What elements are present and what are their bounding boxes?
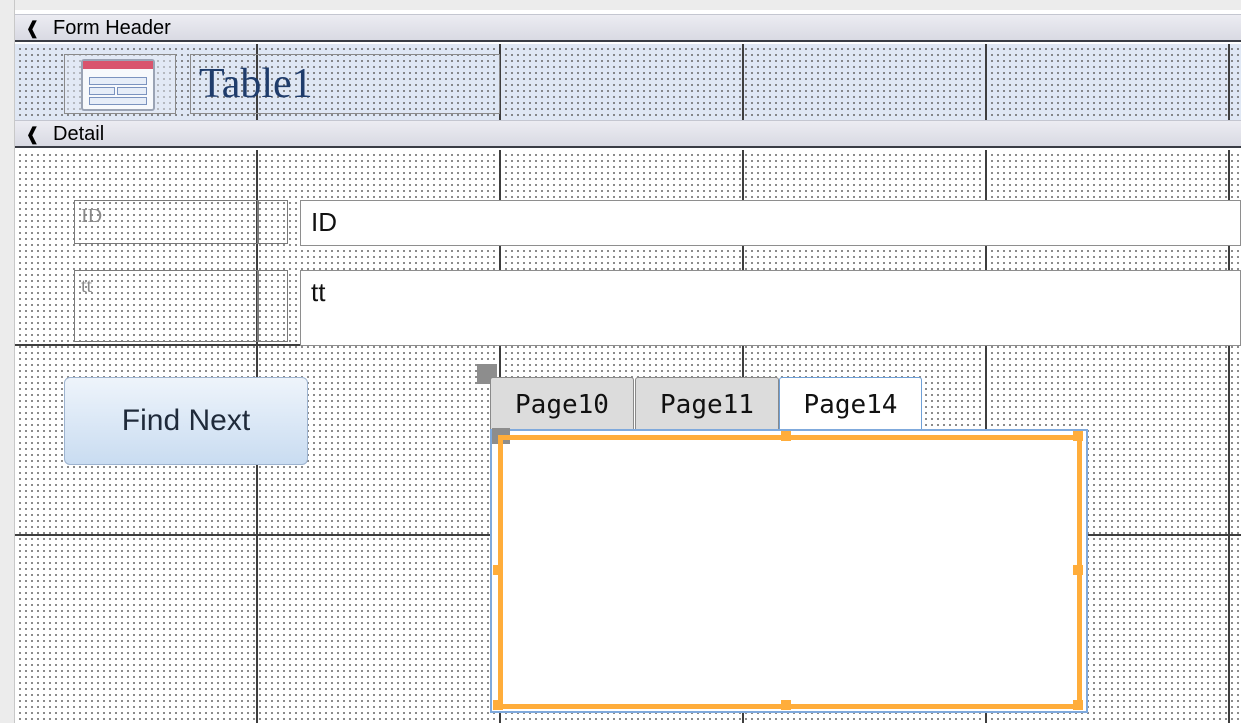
detail-label: Detail: [53, 123, 105, 145]
form-logo[interactable]: [64, 54, 176, 114]
tab-page14-label: Page14: [803, 390, 898, 420]
grid-line: [985, 44, 987, 120]
resize-handle-bottom-right[interactable]: [1073, 700, 1083, 710]
grid-line: [742, 44, 744, 120]
detail-bar[interactable]: ❰ Detail: [15, 120, 1241, 148]
resize-handle-bottom[interactable]: [781, 700, 791, 710]
tab-page14[interactable]: Page14: [779, 377, 922, 436]
resize-handle-left[interactable]: [493, 565, 503, 575]
resize-handle-right[interactable]: [1073, 565, 1083, 575]
form-title-label[interactable]: Table1: [190, 54, 500, 114]
collapse-arrow-icon: ❰: [25, 124, 41, 144]
tt-textbox[interactable]: tt: [300, 270, 1241, 346]
resize-handle-bottom-left[interactable]: [493, 700, 503, 710]
resize-handle-top-right[interactable]: [1073, 431, 1083, 441]
collapse-arrow-icon: ❰: [25, 18, 41, 38]
designer-left-ruler: [0, 0, 15, 723]
id-textbox[interactable]: ID: [300, 200, 1241, 246]
find-next-button[interactable]: Find Next: [64, 377, 308, 465]
resize-handle-top[interactable]: [781, 431, 791, 441]
tt-label[interactable]: tt: [74, 270, 258, 342]
id-label[interactable]: ID: [74, 200, 258, 244]
grid-line: [1228, 44, 1230, 120]
form-logo-icon: [81, 59, 155, 111]
tt-label-handle[interactable]: [258, 270, 288, 342]
form-header-bar[interactable]: ❰ Form Header: [15, 14, 1241, 42]
selection-frame[interactable]: [498, 435, 1082, 709]
tab-page11[interactable]: Page11: [635, 377, 779, 429]
tab-page10[interactable]: Page10: [490, 377, 634, 429]
id-label-handle[interactable]: [258, 200, 288, 244]
designer-top-edge: [0, 0, 1241, 10]
form-header-label: Form Header: [53, 17, 171, 39]
